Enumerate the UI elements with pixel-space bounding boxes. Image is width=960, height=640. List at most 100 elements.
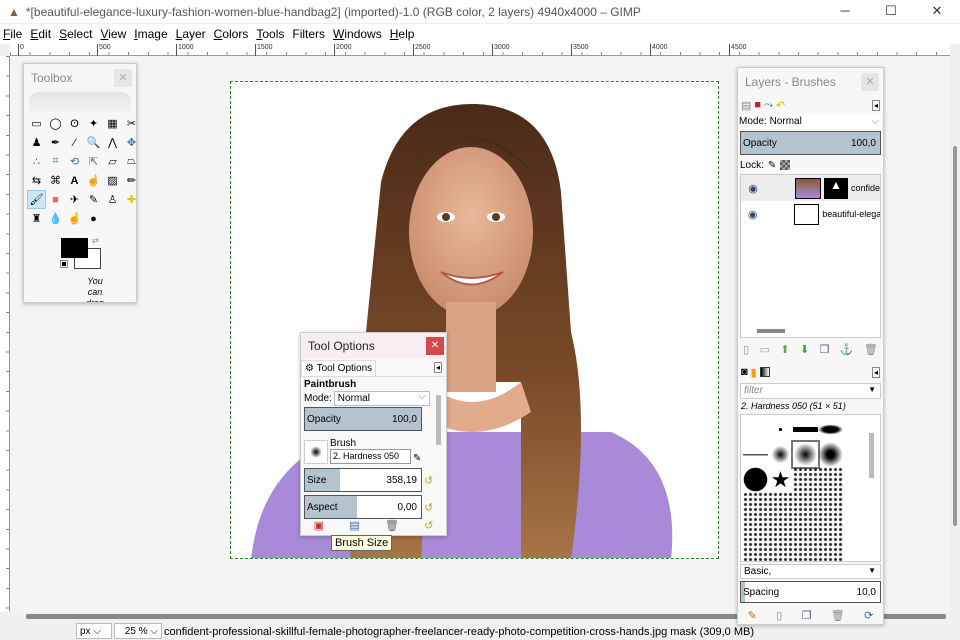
layer-row[interactable]: ◉ ▲ confide — [741, 175, 880, 201]
brush-splat6[interactable] — [818, 492, 843, 517]
menu-image[interactable]: Image — [131, 27, 172, 41]
menu-select[interactable]: Select — [56, 27, 97, 41]
tool-crop-icon[interactable]: ⌗ — [46, 152, 65, 171]
tool-scissors-icon[interactable]: ✂ — [122, 114, 136, 133]
duplicate-layer-icon[interactable]: ❐ — [820, 343, 830, 356]
tool-ellipse-select-icon[interactable]: ◯ — [46, 114, 65, 133]
layers-tab-menu-icon[interactable]: ◂ — [871, 99, 880, 111]
menu-colors[interactable]: Colors — [211, 27, 254, 41]
tab-brushes[interactable]: ◙ — [741, 366, 748, 378]
brush-spray3[interactable] — [793, 517, 818, 542]
visibility-eye-icon[interactable]: ◉ — [741, 182, 765, 195]
tool-options-title-bar[interactable]: Tool Options ✕ — [301, 333, 446, 359]
tab-gradients[interactable] — [759, 367, 770, 377]
options-scrollbar[interactable] — [436, 395, 441, 445]
tool-select-by-color-icon[interactable]: ▦ — [103, 114, 122, 133]
brush-texture3[interactable] — [793, 542, 818, 561]
tool-free-select-icon[interactable]: ʘ — [65, 114, 84, 133]
tab-patterns[interactable]: ▮ — [751, 366, 757, 379]
brush-hard050[interactable] — [791, 440, 820, 469]
menu-windows[interactable]: Windows — [330, 27, 387, 41]
brush-grid-scrollbar[interactable] — [869, 433, 874, 478]
tool-pencil-icon[interactable]: ✏ — [122, 171, 136, 190]
tool-scale-icon[interactable]: ⇱ — [84, 152, 103, 171]
tool-paths-icon[interactable]: ✒ — [46, 133, 65, 152]
tool-align-icon[interactable]: ∴ — [27, 152, 46, 171]
reset-size-icon[interactable]: ↺ — [424, 474, 433, 487]
tool-heal-icon[interactable]: ✚ — [122, 190, 136, 209]
layers-hscrollbar[interactable] — [757, 329, 785, 333]
tab-tool-options[interactable]: ⚙ Tool Options — [301, 359, 377, 376]
menu-edit[interactable]: Edit — [27, 27, 56, 41]
toolbox-title-bar[interactable]: Toolbox ✕ — [24, 64, 136, 92]
tool-zoom-icon[interactable]: 🔍 — [84, 133, 103, 152]
layer-row[interactable]: ◉ beautiful-elega — [741, 201, 880, 227]
unit-select[interactable]: px ⌵ — [76, 623, 112, 639]
brush-texture1[interactable] — [743, 542, 768, 561]
lower-layer-icon[interactable]: ⬇ — [800, 343, 809, 356]
delete-brush-icon[interactable]: 🗑 — [831, 609, 845, 622]
default-colors-icon[interactable] — [60, 260, 68, 268]
brush-preset-select[interactable]: Basic, ▼ — [740, 564, 881, 579]
brush-splat4[interactable] — [768, 492, 793, 517]
tool-dodge-burn-icon[interactable]: ● — [84, 209, 103, 228]
brush-dot[interactable] — [768, 417, 793, 442]
tool-blur-icon[interactable]: 💧 — [46, 209, 65, 228]
brush-splat2[interactable] — [818, 467, 843, 492]
tab-channels[interactable]: ■ — [754, 99, 761, 111]
new-brush-icon[interactable]: ▯ — [776, 609, 782, 622]
delete-options-icon[interactable]: 🗑 — [385, 519, 399, 532]
menu-layer[interactable]: Layer — [173, 27, 211, 41]
menu-filters[interactable]: Filters — [289, 27, 330, 41]
tool-perspective-icon[interactable]: ⏢ — [122, 152, 136, 171]
menu-tools[interactable]: Tools — [253, 27, 289, 41]
brush-splat1[interactable] — [793, 467, 818, 492]
duplicate-brush-icon[interactable]: ❐ — [802, 609, 812, 622]
brush-soft-small[interactable] — [768, 442, 793, 467]
menu-view[interactable]: View — [97, 27, 131, 41]
brush-spray1[interactable] — [743, 517, 768, 542]
tool-measure-icon[interactable]: ⋀ — [103, 133, 122, 152]
brush-spray2[interactable] — [768, 517, 793, 542]
reset-options-icon[interactable]: ↺ — [424, 519, 433, 532]
foreground-color-swatch[interactable] — [61, 238, 88, 258]
brush-filter-input[interactable]: filter ▼ — [740, 383, 881, 399]
tool-blend-icon[interactable]: ▨ — [103, 171, 122, 190]
brush-texture2[interactable] — [768, 542, 793, 561]
tab-paths[interactable]: ⤳ — [764, 99, 773, 112]
tool-perspective-clone-icon[interactable]: ♜ — [27, 209, 46, 228]
tool-flip-icon[interactable]: ⇆ — [27, 171, 46, 190]
new-layer-icon[interactable]: ▯ — [743, 343, 749, 356]
brush-soft-large[interactable] — [818, 442, 843, 467]
maximize-button[interactable]: ☐ — [868, 0, 914, 23]
vertical-ruler[interactable] — [0, 56, 10, 612]
brush-field[interactable]: 2. Hardness 050 — [330, 449, 411, 464]
tool-eraser-icon[interactable]: ■ — [46, 190, 65, 209]
tool-clone-icon[interactable]: ♙ — [103, 190, 122, 209]
tool-ink-icon[interactable]: ✎ — [84, 190, 103, 209]
spacing-slider[interactable]: Spacing 10,0 — [740, 581, 881, 603]
tool-smudge-icon[interactable]: ☝ — [65, 209, 84, 228]
delete-layer-icon[interactable]: 🗑 — [864, 343, 878, 356]
tool-fuzzy-select-icon[interactable]: ✦ — [84, 114, 103, 133]
new-group-icon[interactable]: ▭ — [760, 343, 770, 356]
vertical-scrollbar[interactable] — [950, 56, 960, 612]
tool-rotate-icon[interactable]: ⟲ — [65, 152, 84, 171]
horizontal-ruler[interactable]: 0 500 1000 1500 2000 2500 3000 3500 4000 4500 — [10, 44, 950, 56]
tool-rect-select-icon[interactable]: ▭ — [27, 114, 46, 133]
tab-menu-icon[interactable]: ◂ — [433, 362, 442, 373]
swap-colors-icon[interactable]: ⇄ — [92, 236, 99, 245]
edit-brush-icon[interactable]: ✎ — [413, 453, 421, 464]
tool-color-picker-icon[interactable]: ⁄ — [65, 133, 84, 152]
brush-bar[interactable] — [793, 417, 818, 442]
close-button[interactable]: ✕ — [914, 0, 960, 23]
toolbox-close-button[interactable]: ✕ — [114, 69, 132, 87]
tool-foreground-select-icon[interactable]: ♟ — [27, 133, 46, 152]
tool-move-icon[interactable]: ✥ — [122, 133, 136, 152]
lock-alpha-icon[interactable] — [780, 160, 791, 170]
edit-brush-icon[interactable]: ✎ — [748, 609, 757, 622]
layer-opacity-slider[interactable]: Opacity 100,0 — [740, 131, 881, 155]
mode-select[interactable]: Normal — [333, 391, 430, 406]
brush-texture4[interactable] — [818, 542, 843, 561]
layer-mode-select[interactable]: Mode: Normal ⌵ — [739, 114, 882, 129]
